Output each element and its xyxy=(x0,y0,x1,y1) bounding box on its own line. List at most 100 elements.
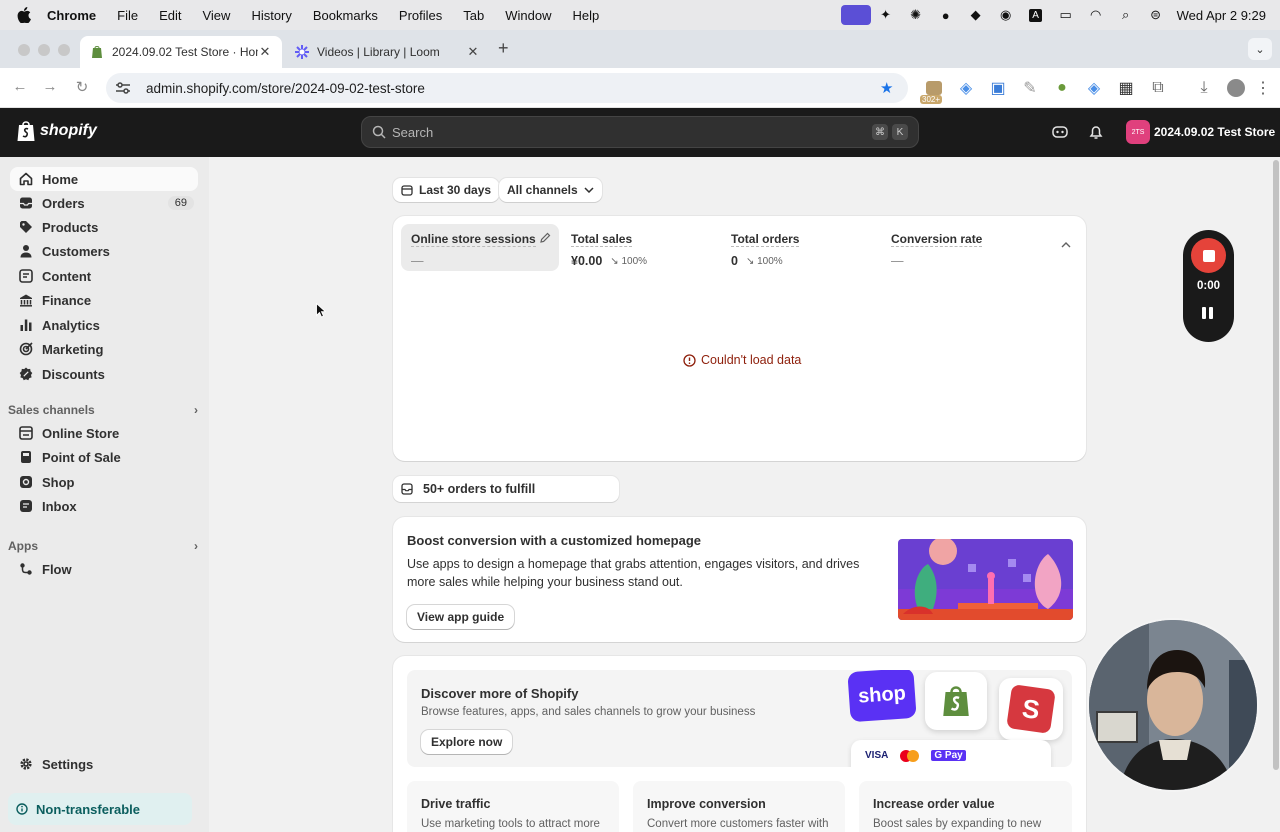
explore-now-button[interactable]: Explore now xyxy=(421,730,513,754)
sidebar-item-label: Point of Sale xyxy=(42,449,121,465)
fulfill-label: 50+ orders to fulfill xyxy=(423,482,536,496)
sidebar-item-flow[interactable]: Flow xyxy=(10,557,198,581)
screen-record-status-icon[interactable] xyxy=(840,5,871,25)
flow-app-icon xyxy=(19,562,33,576)
alert-circle-icon xyxy=(683,353,696,367)
menu-help[interactable]: Help xyxy=(573,8,600,23)
spotlight-search-icon[interactable]: ⌕ xyxy=(1111,5,1141,25)
site-settings-icon[interactable] xyxy=(116,82,132,94)
apple-icon[interactable] xyxy=(17,7,33,23)
extension-counter-icon[interactable]: 302+ xyxy=(918,76,950,104)
view-app-guide-button[interactable]: View app guide xyxy=(407,605,515,629)
apps-header[interactable]: Apps › xyxy=(8,539,198,553)
close-window-button[interactable] xyxy=(18,44,30,56)
metric-total-sales[interactable]: Total sales ¥0.00 ↘ 100% xyxy=(561,224,719,271)
metric-title: Total orders xyxy=(731,232,800,247)
pencil-edit-icon[interactable] xyxy=(539,232,551,244)
chrome-menu-icon[interactable]: ⋮ xyxy=(1252,76,1274,100)
forward-arrow-icon[interactable]: → xyxy=(40,78,60,98)
feather-extension-icon[interactable]: ✎ xyxy=(1014,76,1046,100)
close-tab-icon[interactable]: ✕ xyxy=(466,44,480,60)
menu-view[interactable]: View xyxy=(202,8,230,23)
sidebar-item-online-store[interactable]: Online Store xyxy=(10,421,198,445)
channels-filter-button[interactable]: All channels xyxy=(499,178,602,202)
menu-window[interactable]: Window xyxy=(505,8,551,23)
new-tab-icon[interactable]: + xyxy=(498,38,509,59)
tag-extension-icon[interactable]: ◈ xyxy=(950,76,982,100)
profile-avatar-icon[interactable] xyxy=(1220,76,1252,100)
zoom-window-button[interactable] xyxy=(58,44,70,56)
back-arrow-icon[interactable]: ← xyxy=(10,78,30,98)
macos-menubar: Chrome File Edit View History Bookmarks … xyxy=(0,0,1280,30)
grammarly-icon[interactable]: ◉ xyxy=(991,5,1021,25)
menu-app-name[interactable]: Chrome xyxy=(47,8,96,23)
sidebar-item-analytics[interactable]: Analytics xyxy=(10,313,198,337)
bookmark-star-icon[interactable]: ★ xyxy=(880,79,896,97)
sidebar-item-home[interactable]: Home xyxy=(10,167,198,191)
tab-shopify-home[interactable]: 2024.09.02 Test Store · Home ✕ xyxy=(80,36,282,68)
keyboard-input-icon[interactable]: A xyxy=(1021,5,1051,25)
battery-icon[interactable]: ▭ xyxy=(1051,5,1081,25)
menu-history[interactable]: History xyxy=(251,8,291,23)
tile-improve-conversion[interactable]: Improve conversion Convert more customer… xyxy=(633,781,845,832)
menu-bookmarks[interactable]: Bookmarks xyxy=(313,8,378,23)
sidebar-item-finance[interactable]: Finance xyxy=(10,288,198,312)
puzzle-extensions-icon[interactable]: ⧉ xyxy=(1142,76,1174,100)
evernote-icon[interactable]: ● xyxy=(931,5,961,25)
tab-search-chevron-icon[interactable]: ⌄ xyxy=(1248,38,1272,60)
menubar-clock[interactable]: Wed Apr 2 9:29 xyxy=(1177,8,1266,23)
metric-title: Total sales xyxy=(571,232,633,247)
menu-file[interactable]: File xyxy=(117,8,138,23)
extension-menu-icon[interactable]: ◆ xyxy=(961,5,991,25)
sidebar-item-content[interactable]: Content xyxy=(10,264,198,288)
metric-total-orders[interactable]: Total orders 0 ↘ 100% xyxy=(721,224,879,271)
sidebar-item-customers[interactable]: Customers xyxy=(10,239,198,263)
tile-increase-order-value[interactable]: Increase order value Boost sales by expa… xyxy=(859,781,1072,832)
close-tab-icon[interactable]: ✕ xyxy=(258,44,272,60)
sidekick-icon[interactable] xyxy=(1052,124,1068,145)
control-center-icon[interactable]: ⊜ xyxy=(1141,5,1171,25)
minimize-window-button[interactable] xyxy=(38,44,50,56)
chevron-right-icon[interactable]: › xyxy=(194,539,198,553)
notifications-bell-icon[interactable] xyxy=(1088,124,1104,145)
page-scrollbar-thumb[interactable] xyxy=(1273,160,1279,770)
sales-channels-header[interactable]: Sales channels › xyxy=(8,403,198,417)
sun-icon[interactable]: ✺ xyxy=(901,5,931,25)
date-range-button[interactable]: Last 30 days xyxy=(393,178,500,202)
figma-icon[interactable]: ✦ xyxy=(871,5,901,25)
tile-drive-traffic[interactable]: Drive traffic Use marketing tools to att… xyxy=(407,781,619,832)
sidebar-item-discounts[interactable]: Discounts xyxy=(10,362,198,386)
reload-icon[interactable]: ↻ xyxy=(72,78,92,98)
webcam-bubble[interactable] xyxy=(1087,618,1259,792)
capture-extension-icon[interactable]: ▣ xyxy=(982,76,1014,100)
wifi-icon[interactable]: ◠ xyxy=(1081,5,1111,25)
menu-tab[interactable]: Tab xyxy=(463,8,484,23)
shopify-logo[interactable]: shopify xyxy=(16,120,97,142)
url-text[interactable]: admin.shopify.com/store/2024-09-02-test-… xyxy=(146,81,880,96)
menu-profiles[interactable]: Profiles xyxy=(399,8,442,23)
label-extension-icon[interactable]: ◈ xyxy=(1078,76,1110,100)
orders-to-fulfill-button[interactable]: 50+ orders to fulfill xyxy=(393,476,619,502)
sidebar-item-products[interactable]: Products xyxy=(10,215,198,239)
metric-online-store-sessions[interactable]: Online store sessions — xyxy=(401,224,559,271)
tab-loom-videos[interactable]: Videos | Library | Loom ✕ xyxy=(285,36,490,68)
stop-recording-button[interactable] xyxy=(1191,238,1226,273)
pause-icon[interactable] xyxy=(1202,307,1213,319)
address-bar[interactable]: admin.shopify.com/store/2024-09-02-test-… xyxy=(106,73,908,103)
non-transferable-banner[interactable]: Non-transferable xyxy=(8,793,192,825)
store-switcher[interactable]: 2TS 2024.09.02 Test Store xyxy=(1126,120,1275,144)
sidebar-item-orders[interactable]: Orders 69 xyxy=(10,191,198,215)
chevron-right-icon[interactable]: › xyxy=(194,403,198,417)
search-input[interactable]: Search ⌘ K xyxy=(361,116,919,148)
menu-edit[interactable]: Edit xyxy=(159,8,181,23)
sidebar-item-point-of-sale[interactable]: Point of Sale xyxy=(10,445,198,469)
store-extension-icon[interactable]: ▦ xyxy=(1110,76,1142,100)
metric-conversion-rate[interactable]: Conversion rate — xyxy=(881,224,1039,271)
sidebar-item-shop[interactable]: Shop xyxy=(10,470,198,494)
sidebar-item-marketing[interactable]: Marketing xyxy=(10,337,198,361)
sidebar-item-inbox[interactable]: Inbox xyxy=(10,494,198,518)
sidebar-item-settings[interactable]: Settings xyxy=(10,752,198,776)
color-extension-icon[interactable]: ● xyxy=(1046,76,1078,100)
download-icon[interactable]: ⤓ xyxy=(1188,76,1220,100)
chevron-up-icon[interactable] xyxy=(1061,242,1071,248)
